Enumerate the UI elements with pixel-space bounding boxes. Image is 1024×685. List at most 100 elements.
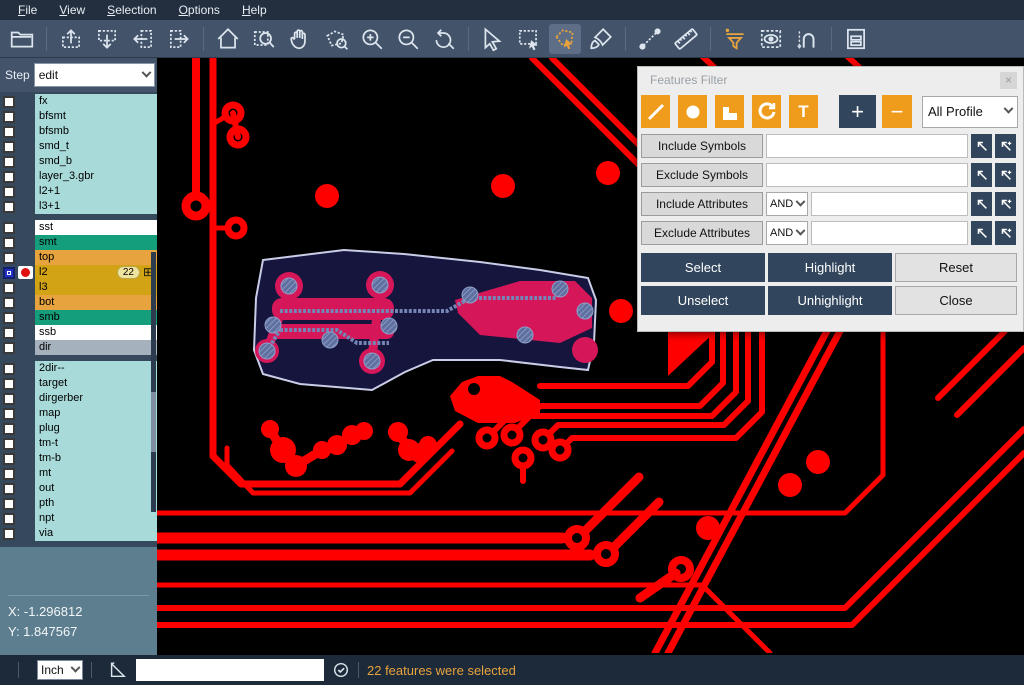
- layer-visibility-checkbox[interactable]: [3, 252, 15, 264]
- layer-indicator-slot[interactable]: [18, 311, 33, 324]
- layer-indicator-slot[interactable]: [18, 407, 33, 420]
- measure-distance-button[interactable]: [634, 24, 666, 54]
- layer-indicator-slot[interactable]: [18, 110, 33, 123]
- select-polygon-button[interactable]: [549, 24, 581, 54]
- layer-visibility-checkbox[interactable]: [3, 126, 15, 138]
- add-filter-button[interactable]: +: [839, 95, 876, 128]
- layer-color-block[interactable]: l3: [35, 280, 157, 295]
- layer-row-sst[interactable]: sst: [0, 220, 157, 235]
- layer-indicator-slot[interactable]: [18, 296, 33, 309]
- arcs-filter-button[interactable]: [752, 95, 781, 128]
- zoom-out-button[interactable]: [392, 24, 424, 54]
- layer-row-fx[interactable]: fx: [0, 94, 157, 109]
- layer-color-block[interactable]: l2+1: [35, 184, 157, 199]
- layer-color-block[interactable]: out: [35, 481, 157, 496]
- pick-add-arrow-button[interactable]: [995, 192, 1016, 216]
- menu-item-file[interactable]: File: [8, 1, 47, 19]
- layer-row-target[interactable]: target: [0, 376, 157, 391]
- layer-row-l3[interactable]: l3: [0, 280, 157, 295]
- step-select[interactable]: edit: [34, 63, 155, 87]
- pick-add-arrow-button[interactable]: [995, 163, 1016, 187]
- layer-row-bfsmb[interactable]: bfsmb: [0, 124, 157, 139]
- layer-row-via[interactable]: via: [0, 526, 157, 541]
- operator-select[interactable]: AND: [766, 221, 808, 245]
- layer-color-block[interactable]: dir: [35, 340, 157, 355]
- layer-visibility-checkbox[interactable]: [3, 267, 15, 279]
- pick-add-arrow-button[interactable]: [995, 221, 1016, 245]
- text-filter-button[interactable]: T: [789, 95, 818, 128]
- layer-visibility-checkbox[interactable]: [3, 141, 15, 153]
- layer-visibility-checkbox[interactable]: [3, 96, 15, 108]
- layer-color-block[interactable]: l3+1: [35, 199, 157, 214]
- layer-visibility-checkbox[interactable]: [3, 408, 15, 420]
- home-view-button[interactable]: [212, 24, 244, 54]
- layer-color-block[interactable]: top: [35, 250, 157, 265]
- zoom-previous-button[interactable]: [428, 24, 460, 54]
- pick-arrow-button[interactable]: [971, 134, 992, 158]
- layer-visibility-checkbox[interactable]: [3, 111, 15, 123]
- snap-mode-button[interactable]: [791, 24, 823, 54]
- exclude-symbols-button[interactable]: Exclude Symbols: [641, 163, 763, 187]
- select-rectangle-button[interactable]: [513, 24, 545, 54]
- layer-indicator-slot[interactable]: [18, 482, 33, 495]
- layer-color-block[interactable]: smd_b: [35, 154, 157, 169]
- layer-indicator-slot[interactable]: [18, 362, 33, 375]
- layer-indicator-slot[interactable]: [18, 221, 33, 234]
- pan-down-button[interactable]: [91, 24, 123, 54]
- layer-color-block[interactable]: ssb: [35, 325, 157, 340]
- menu-item-view[interactable]: View: [49, 1, 95, 19]
- exclude-attributes-button[interactable]: Exclude Attributes: [641, 221, 763, 245]
- include-symbols-button[interactable]: Include Symbols: [641, 134, 763, 158]
- layer-visibility-checkbox[interactable]: [3, 201, 15, 213]
- layer-indicator-slot[interactable]: [18, 200, 33, 213]
- dialog-titlebar[interactable]: Features Filter ×: [638, 67, 1023, 93]
- features-filter-button[interactable]: [719, 24, 751, 54]
- layer-indicator-slot[interactable]: [18, 326, 33, 339]
- layer-color-block[interactable]: fx: [35, 94, 157, 109]
- layer-color-block[interactable]: dirgerber: [35, 391, 157, 406]
- highlight-button[interactable]: Highlight: [768, 253, 892, 282]
- exclude-symbols-input[interactable]: [766, 163, 968, 187]
- refresh-icon[interactable]: [332, 661, 350, 679]
- layer-indicator-slot[interactable]: [18, 437, 33, 450]
- layer-row-smt[interactable]: smt: [0, 235, 157, 250]
- layer-color-block[interactable]: smb: [35, 310, 157, 325]
- layer-color-block[interactable]: tm-b: [35, 451, 157, 466]
- units-select[interactable]: Inch: [37, 660, 83, 680]
- layer-color-block[interactable]: 2dir--: [35, 361, 157, 376]
- layer-indicator-slot[interactable]: [18, 392, 33, 405]
- pan-left-button[interactable]: [127, 24, 159, 54]
- layer-row-plug[interactable]: plug: [0, 421, 157, 436]
- layer-color-block[interactable]: smd_t: [35, 139, 157, 154]
- layer-visibility-checkbox[interactable]: [3, 528, 15, 540]
- layer-color-block[interactable]: target: [35, 376, 157, 391]
- layer-color-block[interactable]: via: [35, 526, 157, 541]
- profile-select[interactable]: All Profile: [922, 96, 1018, 128]
- layer-visibility-checkbox[interactable]: [3, 468, 15, 480]
- layer-color-block[interactable]: npt: [35, 511, 157, 526]
- layer-row-l3+1[interactable]: l3+1: [0, 199, 157, 214]
- pan-right-button[interactable]: [163, 24, 195, 54]
- layer-color-block[interactable]: mt: [35, 466, 157, 481]
- close-button[interactable]: Close: [895, 286, 1017, 315]
- measure-ruler-button[interactable]: [670, 24, 702, 54]
- layer-color-block[interactable]: tm-t: [35, 436, 157, 451]
- layer-indicator-slot[interactable]: [18, 170, 33, 183]
- layer-visibility-checkbox[interactable]: [3, 393, 15, 405]
- include-symbols-input[interactable]: [766, 134, 968, 158]
- scrollbar-thumb[interactable]: [151, 392, 156, 452]
- layer-row-smd_b[interactable]: smd_b: [0, 154, 157, 169]
- unhighlight-button[interactable]: Unhighlight: [768, 286, 892, 315]
- layer-row-npt[interactable]: npt: [0, 511, 157, 526]
- layer-row-mt[interactable]: mt: [0, 466, 157, 481]
- layer-indicator-slot[interactable]: [18, 95, 33, 108]
- layer-visibility-checkbox[interactable]: [3, 438, 15, 450]
- layer-indicator-slot[interactable]: [18, 236, 33, 249]
- pan-up-button[interactable]: [55, 24, 87, 54]
- layer-indicator-slot[interactable]: [18, 422, 33, 435]
- pads-filter-button[interactable]: [678, 95, 707, 128]
- layer-visibility-checkbox[interactable]: [3, 186, 15, 198]
- layer-visibility-checkbox[interactable]: [3, 156, 15, 168]
- layer-row-pth[interactable]: pth: [0, 496, 157, 511]
- remove-filter-button[interactable]: −: [882, 95, 912, 128]
